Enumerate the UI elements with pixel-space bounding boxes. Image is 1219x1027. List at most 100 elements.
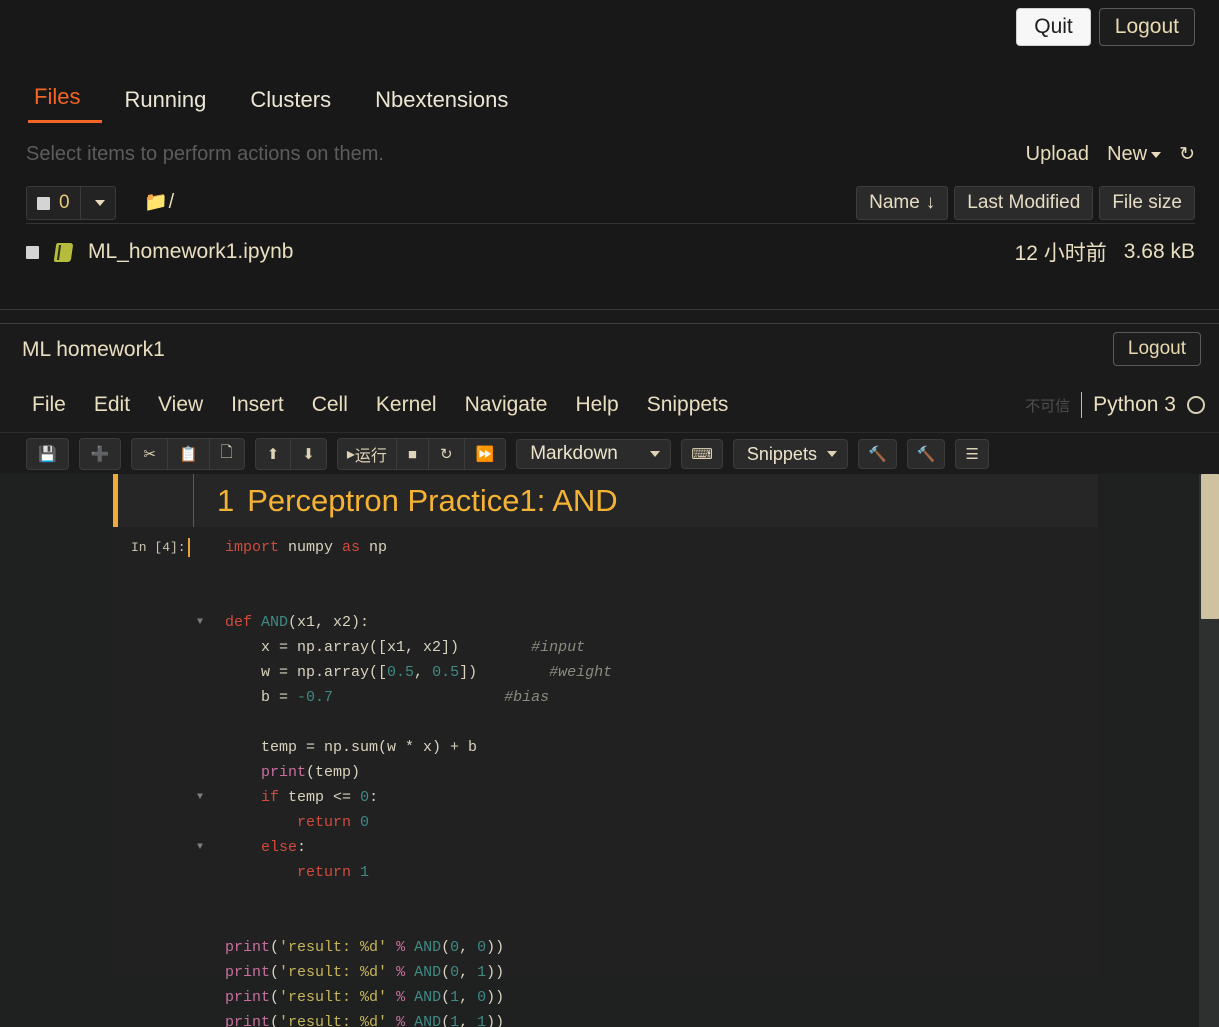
menu-insert[interactable]: Insert: [217, 391, 298, 419]
code-line: print('result: %d' % AND(1, 0)): [225, 985, 1098, 1010]
sort-by-size-button[interactable]: File size: [1099, 186, 1195, 220]
code-token: temp = np.sum(w * x) + b: [225, 739, 477, 756]
selected-count: 0: [59, 192, 70, 214]
select-all-group: 0: [26, 186, 116, 220]
scrollbar-thumb[interactable]: [1201, 474, 1219, 619]
markdown-heading: 1 Perceptron Practice1: AND: [194, 483, 618, 519]
code-token: #input: [531, 639, 585, 656]
new-menu-button[interactable]: New: [1107, 143, 1161, 166]
heading-number: 1: [217, 483, 234, 518]
menu-help[interactable]: Help: [561, 391, 632, 419]
list-icon[interactable]: ☰: [955, 439, 988, 469]
code-token: AND: [414, 989, 441, 1006]
menu-kernel[interactable]: Kernel: [362, 391, 451, 419]
tab-files[interactable]: Files: [28, 84, 102, 123]
code-line: return 1: [225, 860, 1098, 885]
code-token: w = np.array([: [225, 664, 387, 681]
code-token: 0: [360, 789, 369, 806]
fast-forward-icon[interactable]: ⏩: [465, 439, 506, 469]
arrow-down-icon[interactable]: ⬇: [291, 439, 326, 469]
sort-by-modified-button[interactable]: Last Modified: [954, 186, 1093, 220]
select-dropdown-button[interactable]: [81, 187, 115, 219]
code-editor[interactable]: import numpy as np ▼def AND(x1, x2): x =…: [225, 535, 1098, 1027]
copy-icon[interactable]: 📋: [168, 439, 210, 469]
text-cursor: [188, 538, 190, 557]
checkbox-icon[interactable]: [26, 246, 39, 259]
notebook-logout-button[interactable]: Logout: [1113, 332, 1201, 366]
notebook-scrollbar[interactable]: [1199, 474, 1219, 1027]
code-token: 'result: %d': [279, 989, 387, 1006]
restart-icon[interactable]: ↻: [429, 439, 465, 469]
quit-button[interactable]: Quit: [1016, 8, 1091, 46]
fold-arrow-icon[interactable]: ▼: [197, 610, 203, 635]
cell-container: 1 Perceptron Practice1: AND In [4]: impor…: [113, 474, 1098, 977]
stop-square-icon[interactable]: ■: [397, 439, 429, 469]
notebook-toolbar: 💾 ➕ ✂ 📋 🗋 ⬆ ⬇ ▸运行 ■ ↻ ⏩ Markdown: [0, 432, 1219, 474]
refresh-icon[interactable]: ↻: [1179, 143, 1195, 166]
save-group: 💾: [26, 438, 69, 470]
upload-button[interactable]: Upload: [1026, 143, 1089, 166]
trust-indicator[interactable]: 不可信: [1025, 395, 1070, 416]
run-group: ▸运行 ■ ↻ ⏩: [337, 438, 506, 470]
snippets-menu-button[interactable]: Snippets: [733, 439, 848, 469]
fold-arrow-icon[interactable]: ▼: [197, 835, 203, 860]
arrow-up-icon[interactable]: ⬆: [256, 439, 292, 469]
kernel-idle-circle-icon[interactable]: [1187, 396, 1205, 414]
code-token: [225, 864, 297, 881]
file-list-header: 0 📁 / Name ↓ Last Modified File size: [26, 188, 1195, 224]
code-token: <=: [333, 789, 360, 806]
menu-cell[interactable]: Cell: [298, 391, 362, 419]
tab-clusters[interactable]: Clusters: [228, 87, 353, 123]
code-token: -0.7: [297, 689, 333, 706]
menu-file[interactable]: File: [24, 391, 80, 419]
code-line: b = -0.7 #bias: [225, 685, 1098, 710]
code-token: AND: [414, 964, 441, 981]
code-token: [225, 839, 261, 856]
code-token: 'result: %d': [279, 939, 387, 956]
code-line: [225, 585, 1098, 610]
insert-group: ➕: [79, 438, 122, 470]
code-token: [225, 764, 261, 781]
tab-nbextensions[interactable]: Nbextensions: [353, 87, 530, 123]
code-token: 0: [477, 939, 486, 956]
code-cell[interactable]: In [4]: import numpy as np ▼def AND(x1, …: [113, 527, 1098, 977]
logout-button[interactable]: Logout: [1099, 8, 1195, 46]
code-token: if: [261, 789, 288, 806]
file-list-item[interactable]: ML_homework1.ipynb 12 小时前 3.68 kB: [26, 232, 1195, 272]
code-token: temp: [288, 789, 333, 806]
scissors-icon[interactable]: ✂: [132, 439, 168, 469]
notebook-title[interactable]: ML homework1: [22, 338, 165, 362]
code-token: :: [297, 839, 306, 856]
file-name-link[interactable]: ML_homework1.ipynb: [88, 240, 293, 264]
tab-running[interactable]: Running: [102, 87, 228, 123]
cell-type-select[interactable]: Markdown: [516, 439, 671, 469]
markdown-cell[interactable]: 1 Perceptron Practice1: AND: [113, 474, 1098, 527]
paste-icon[interactable]: 🗋: [210, 439, 244, 469]
fold-arrow-icon[interactable]: ▼: [197, 785, 203, 810]
heading-text: Perceptron Practice1: AND: [247, 483, 617, 518]
menu-edit[interactable]: Edit: [80, 391, 144, 419]
code-token: print: [261, 764, 306, 781]
code-token: 1: [360, 864, 369, 881]
code-line: print('result: %d' % AND(0, 0)): [225, 935, 1098, 960]
tree-topbar: Quit Logout: [1016, 8, 1195, 46]
menu-view[interactable]: View: [144, 391, 217, 419]
code-token: (: [441, 939, 450, 956]
code-token: else: [261, 839, 297, 856]
save-icon[interactable]: 💾: [27, 439, 68, 469]
sort-by-name-button[interactable]: Name ↓: [856, 186, 948, 220]
keyboard-icon[interactable]: ⌨: [681, 439, 723, 469]
menu-snippets[interactable]: Snippets: [633, 391, 743, 419]
select-all-checkbox[interactable]: 0: [27, 187, 81, 219]
plus-icon[interactable]: ➕: [80, 439, 121, 469]
run-button[interactable]: ▸运行: [338, 439, 397, 469]
menu-navigate[interactable]: Navigate: [451, 391, 562, 419]
hammer-icon[interactable]: 🔨: [907, 439, 946, 469]
hammer-icon[interactable]: 🔨: [858, 439, 897, 469]
file-item-meta: 12 小时前 3.68 kB: [1015, 237, 1195, 267]
notebook-icon: [54, 243, 74, 262]
breadcrumb[interactable]: 📁 /: [144, 190, 174, 214]
code-line: ▼ else:: [225, 835, 1098, 860]
code-token: (: [270, 1014, 279, 1027]
code-token: return: [297, 864, 360, 881]
